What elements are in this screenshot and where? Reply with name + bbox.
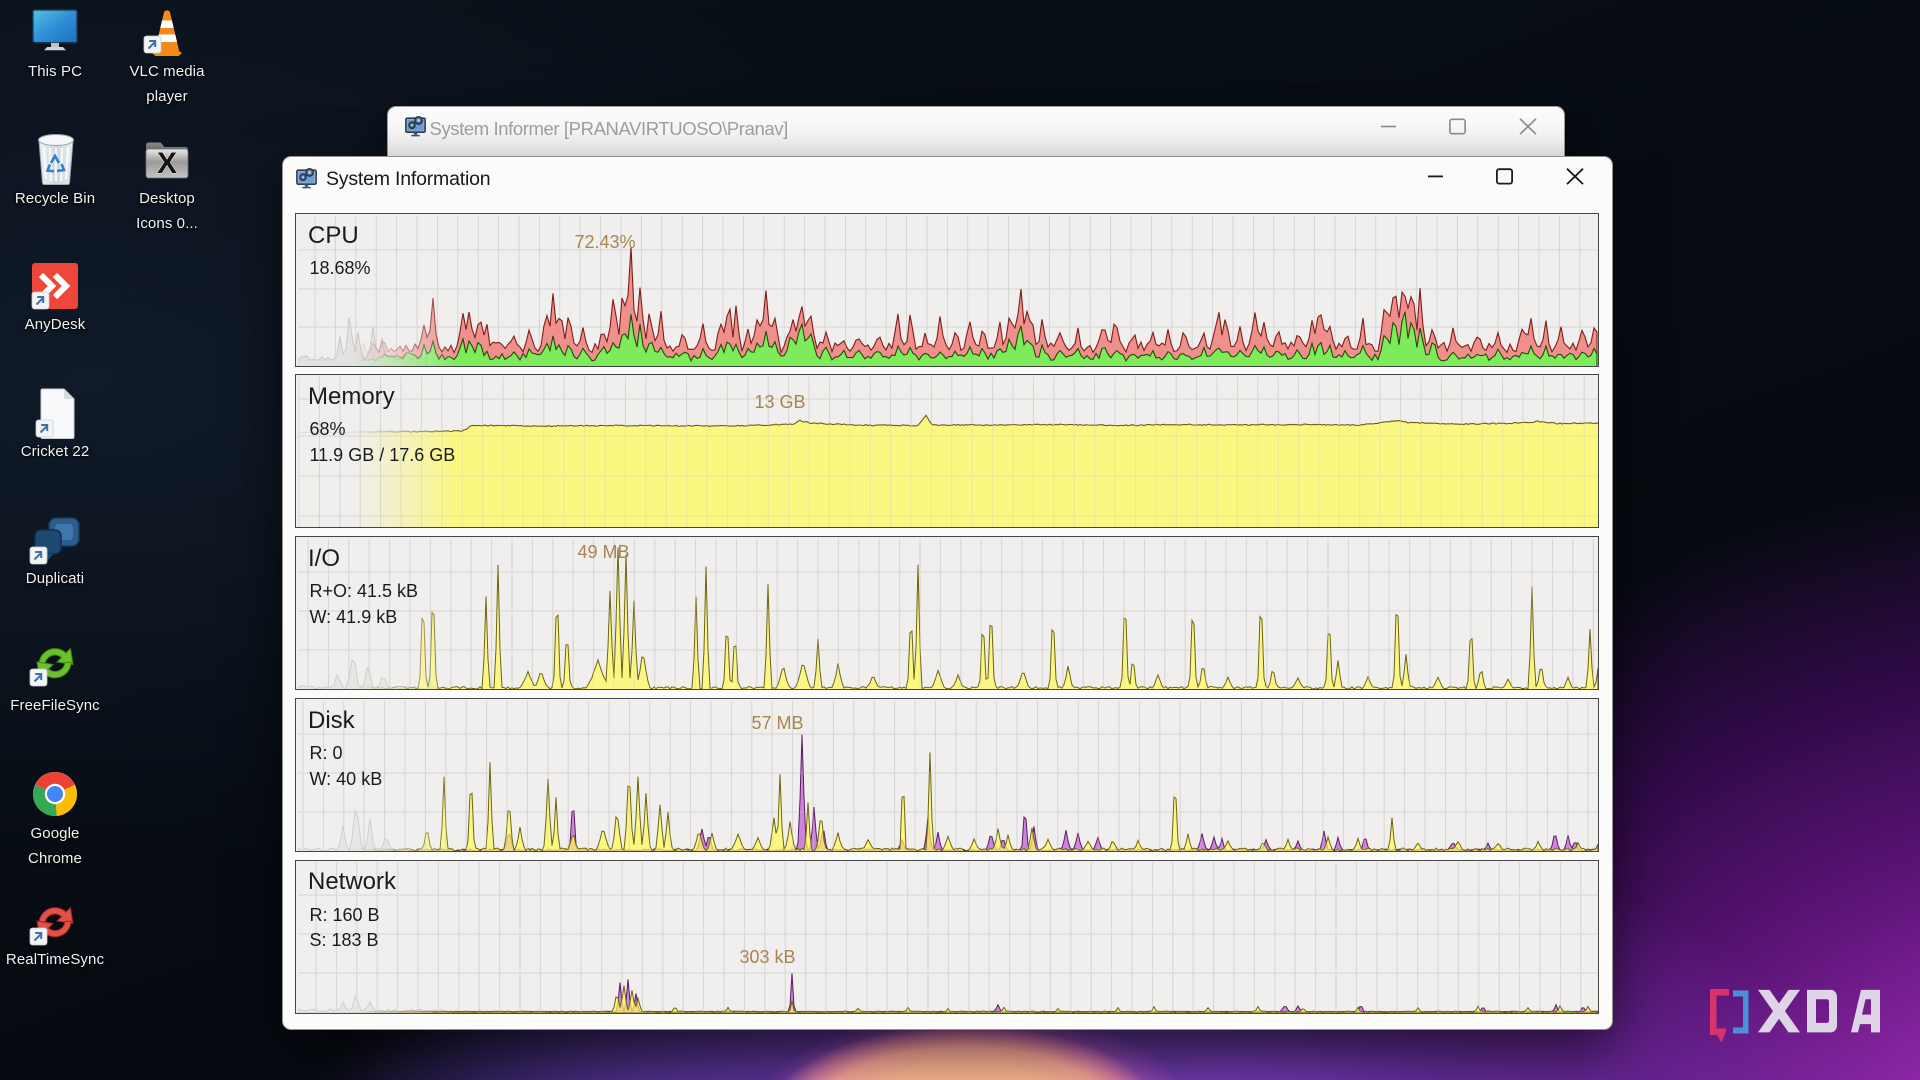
svg-text:X: X (157, 147, 177, 180)
